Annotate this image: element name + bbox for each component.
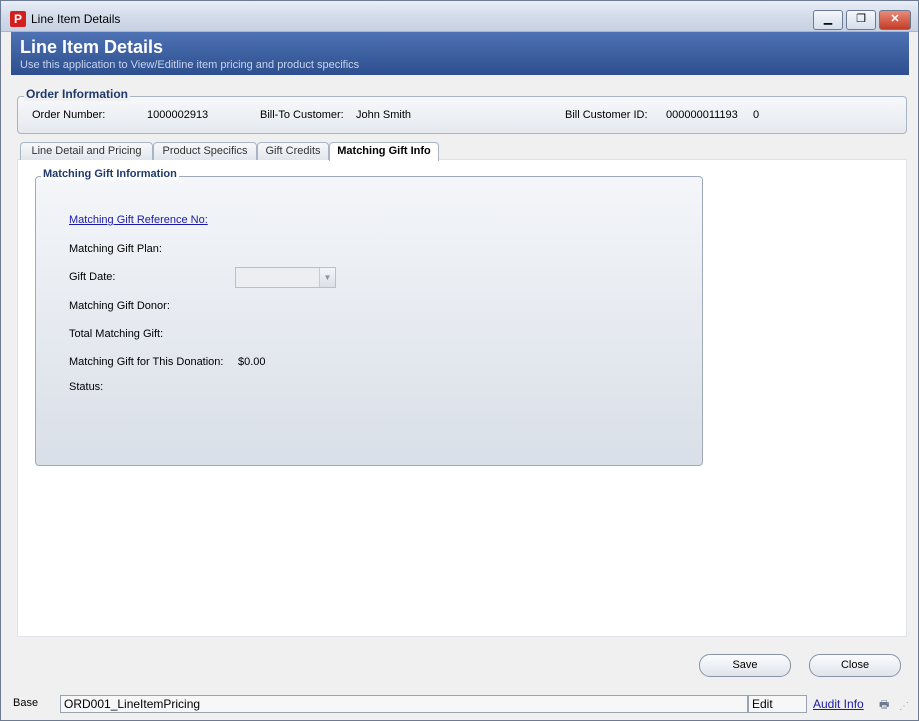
order-info-legend: Order Information bbox=[24, 87, 131, 101]
close-window-button[interactable]: ✕ bbox=[879, 10, 911, 30]
bill-id-label: Bill Customer ID: bbox=[565, 109, 648, 121]
save-button[interactable]: Save bbox=[699, 654, 791, 677]
matching-gift-plan-label: Matching Gift Plan: bbox=[69, 243, 162, 255]
total-matching-gift-label: Total Matching Gift: bbox=[69, 328, 164, 340]
statusbar-mode: Base bbox=[13, 697, 39, 709]
minimize-button[interactable]: ▁ bbox=[813, 10, 843, 30]
audit-info-link[interactable]: Audit Info bbox=[813, 697, 864, 711]
tab-gift-credits[interactable]: Gift Credits bbox=[257, 142, 329, 160]
tab-line-detail-pricing[interactable]: Line Detail and Pricing bbox=[20, 142, 153, 160]
app-window: P Line Item Details ▁ ❐ ✕ Line Item Deta… bbox=[0, 0, 919, 721]
window-title: Line Item Details bbox=[31, 12, 121, 26]
status-label: Status: bbox=[69, 381, 104, 393]
gift-date-field[interactable]: ▼ bbox=[235, 267, 336, 288]
bill-id-value: 000000011193 bbox=[666, 109, 738, 121]
close-icon: ✕ bbox=[890, 13, 900, 25]
resize-grip-icon[interactable]: ⋰ bbox=[899, 701, 909, 712]
page-header: Line Item Details Use this application t… bbox=[11, 32, 909, 75]
statusbar-form-name: ORD001_LineItemPricing bbox=[60, 695, 748, 713]
minimize-icon: ▁ bbox=[823, 13, 833, 25]
restore-button[interactable]: ❐ bbox=[846, 10, 876, 30]
bill-to-label: Bill-To Customer: bbox=[260, 109, 344, 121]
printer-icon[interactable]: 🖶 bbox=[879, 696, 889, 715]
restore-icon: ❐ bbox=[856, 13, 866, 25]
bill-id-suffix: 0 bbox=[753, 109, 760, 121]
close-button[interactable]: Close bbox=[809, 654, 901, 677]
bill-to-value: John Smith bbox=[356, 109, 412, 121]
order-number-value: 1000002913 bbox=[147, 109, 209, 121]
app-logo-icon: P bbox=[10, 11, 26, 27]
matching-gift-donor-label: Matching Gift Donor: bbox=[69, 300, 170, 312]
gift-date-label: Gift Date: bbox=[69, 271, 116, 283]
matching-gift-legend: Matching Gift Information bbox=[41, 168, 179, 180]
page-title: Line Item Details bbox=[20, 37, 164, 57]
page-subtitle: Use this application to View/Editline it… bbox=[20, 59, 360, 71]
this-donation-value: $0.00 bbox=[238, 356, 266, 368]
order-number-label: Order Number: bbox=[32, 109, 106, 121]
tab-matching-gift-info[interactable]: Matching Gift Info bbox=[329, 142, 439, 161]
tab-product-specifics[interactable]: Product Specifics bbox=[153, 142, 257, 160]
chevron-down-icon[interactable]: ▼ bbox=[319, 268, 335, 287]
this-donation-label: Matching Gift for This Donation: bbox=[69, 356, 224, 368]
title-bar: P Line Item Details ▁ ❐ ✕ bbox=[1, 1, 918, 32]
matching-gift-reference-link[interactable]: Matching Gift Reference No: bbox=[69, 214, 208, 226]
statusbar-state: Edit bbox=[748, 695, 807, 713]
